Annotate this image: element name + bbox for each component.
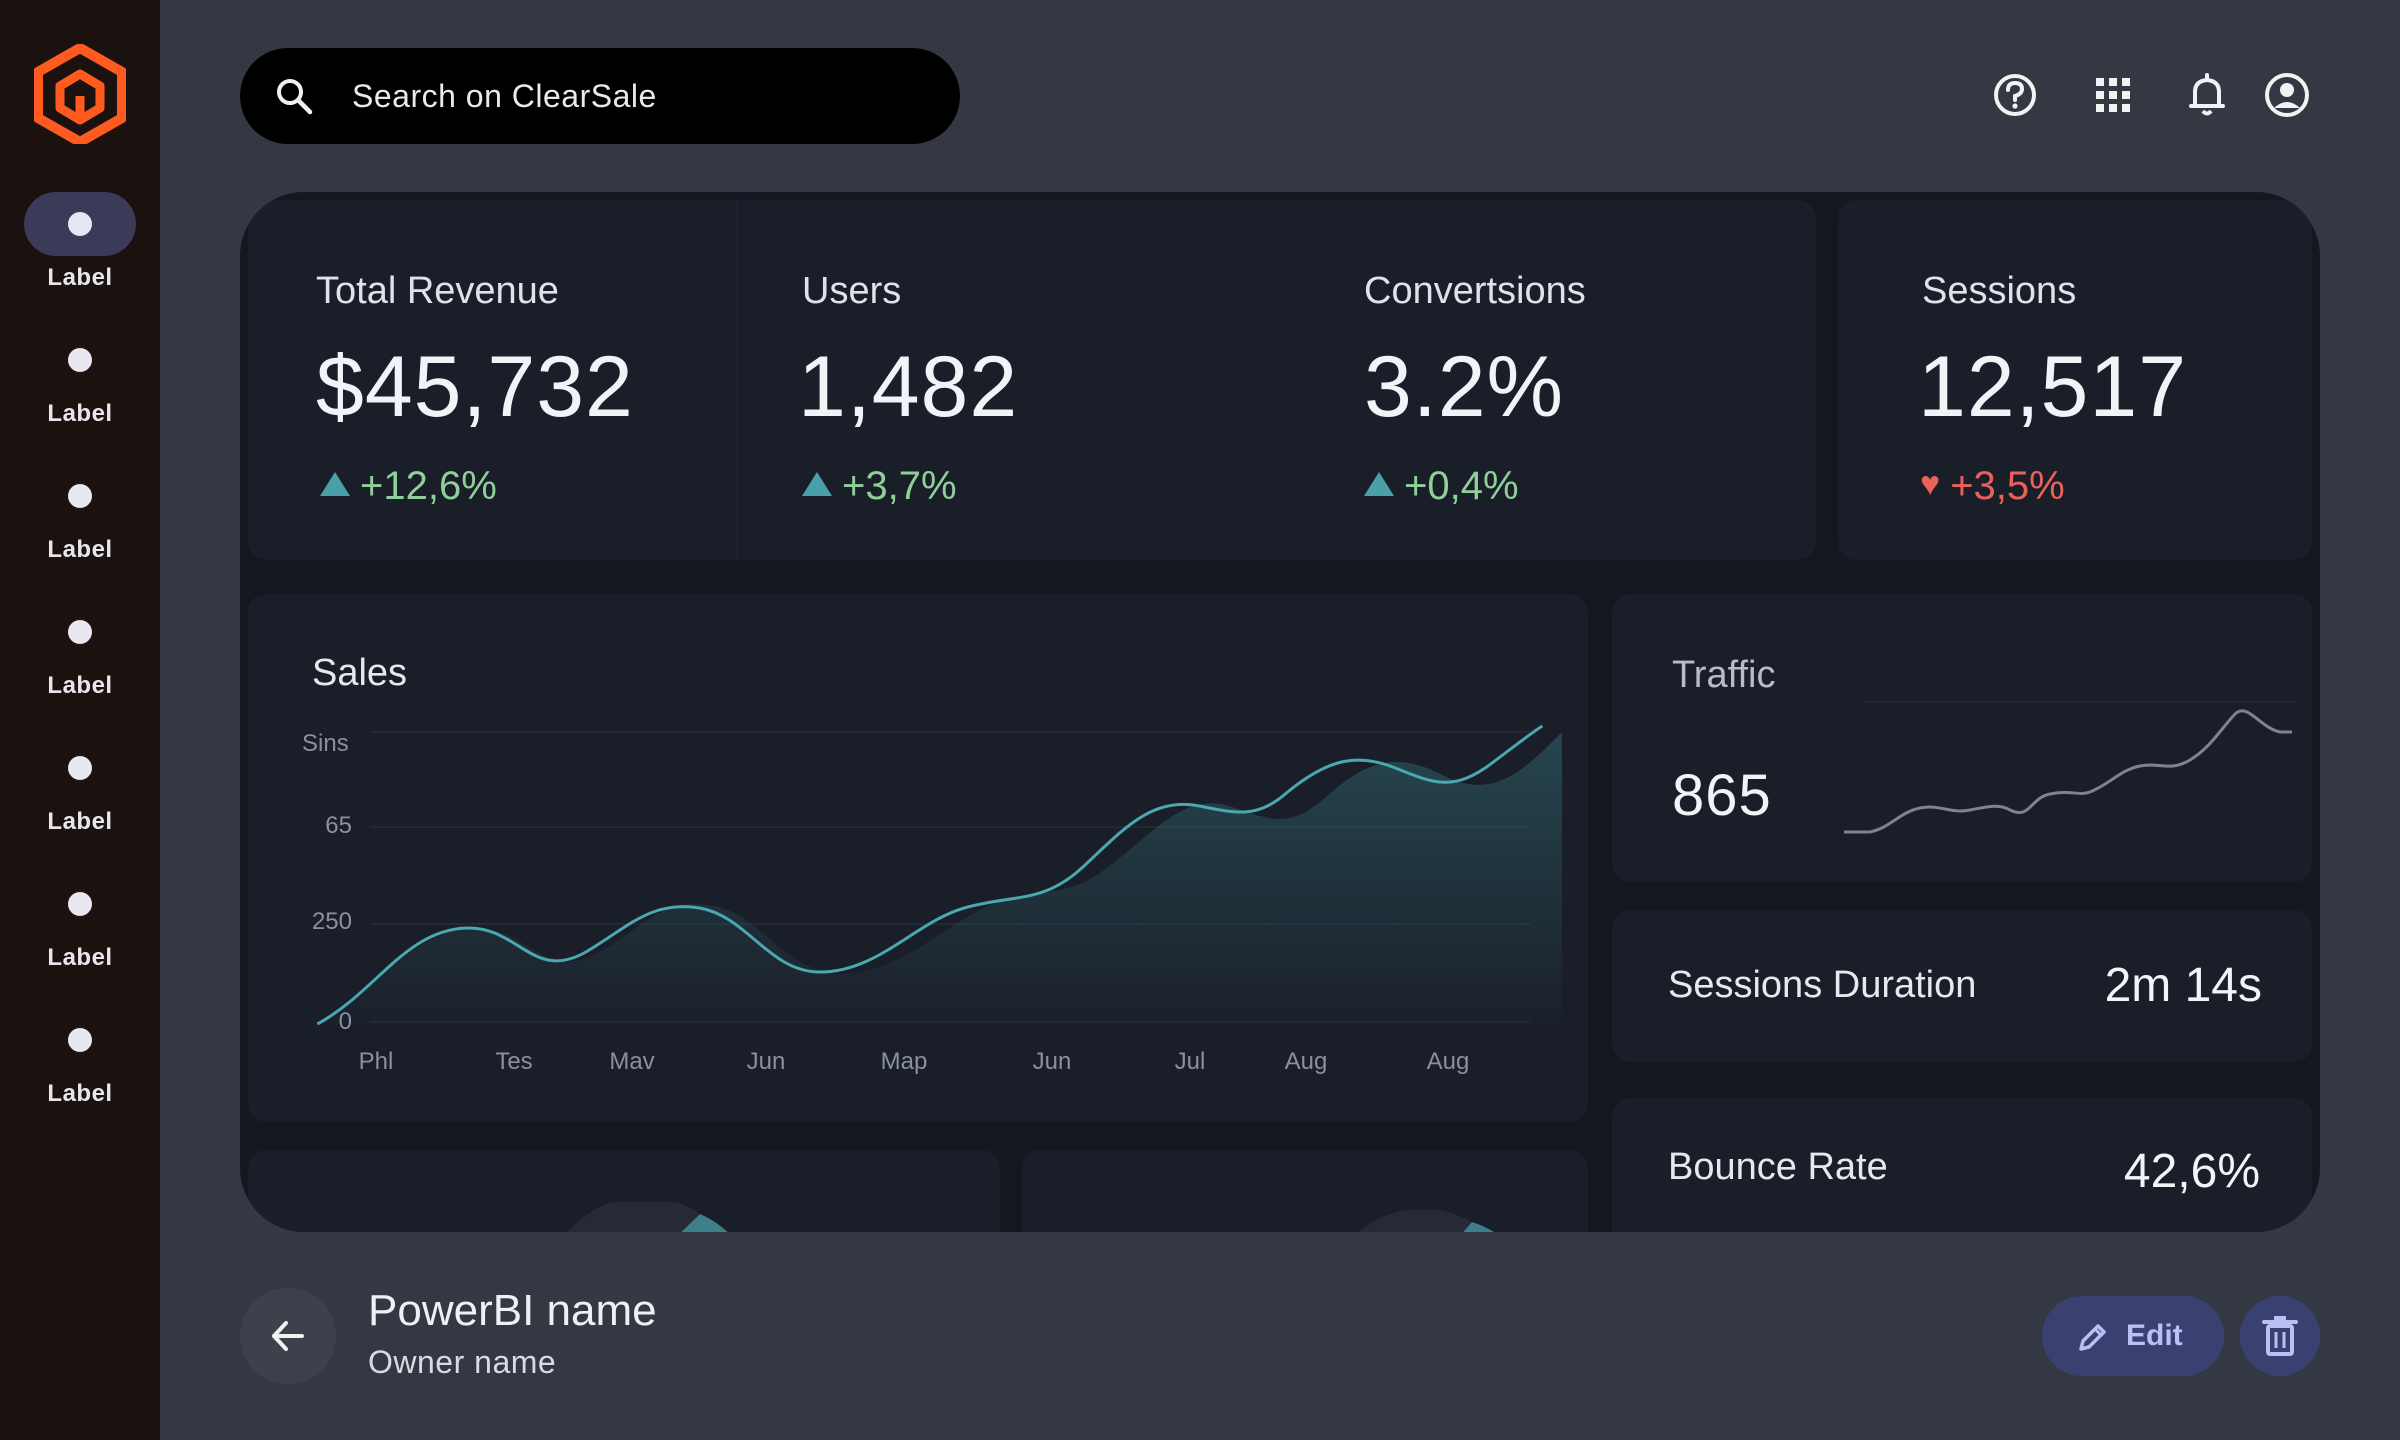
traffic-value: 865 [1672, 763, 1772, 828]
x-tick-label: Jun [746, 1048, 786, 1075]
x-tick-label: Mav [609, 1048, 655, 1075]
traffic-sparkline [1844, 701, 2300, 834]
kpi-delta-sessions: ♥ +3,5% [1920, 464, 2065, 508]
search-input[interactable]: Search on ClearSale [352, 48, 657, 144]
nav-dot-icon [68, 756, 92, 780]
x-tick-label: Aug [1284, 1048, 1328, 1075]
nav-dot-icon [68, 348, 92, 372]
nav-dot-icon [68, 892, 92, 916]
nav-item-6[interactable]: Label [0, 872, 160, 982]
nav-item-2[interactable]: Label [0, 328, 160, 438]
back-button[interactable] [240, 1288, 336, 1384]
pie-chart-left [567, 1202, 728, 1232]
edit-button[interactable]: Edit [2042, 1296, 2224, 1376]
search-bar[interactable]: Search on ClearSale [240, 48, 960, 144]
nav-item-5[interactable]: Label [0, 736, 160, 846]
owner-name: Owner name [368, 1344, 557, 1380]
nav-item-label: Label [47, 672, 113, 699]
clearsale-logo-icon[interactable] [34, 44, 126, 144]
kpi-title-sessions: Sessions [1922, 270, 2077, 312]
kpi-value-sessions: 12,517 [1918, 339, 2188, 435]
traffic-title: Traffic [1672, 654, 1776, 696]
nav-item-label: Label [47, 264, 113, 291]
x-tick-label: Jul [1174, 1048, 1206, 1075]
heart-icon: ♥ [1920, 464, 1941, 503]
x-tick-label: Map [880, 1048, 928, 1075]
bounce-rate-label: Bounce Rate [1668, 1146, 1888, 1188]
session-duration-label: Sessions Duration [1668, 964, 1977, 1006]
nav-item-label: Label [47, 944, 113, 971]
account-icon[interactable] [2260, 68, 2314, 122]
nav-item-1[interactable]: Label [0, 192, 160, 302]
nav-item-3[interactable]: Label [0, 464, 160, 574]
sales-line [316, 724, 1544, 1026]
search-icon [277, 79, 313, 115]
navigation-rail: Label Label Label Label Label Label Labe… [0, 0, 160, 1440]
nav-dot-icon [68, 620, 92, 644]
bounce-rate-value: 42,6% [2123, 1145, 2260, 1198]
pencil-icon [2079, 1324, 2106, 1351]
arrow-left-icon [272, 1321, 304, 1351]
nav-dot-icon [68, 212, 92, 236]
nav-item-label: Label [47, 808, 113, 835]
edit-button-label: Edit [2126, 1319, 2183, 1352]
x-tick-label: Phl [358, 1048, 394, 1075]
session-duration-value: 2m 14s [2104, 959, 2262, 1012]
help-icon[interactable] [1988, 68, 2042, 122]
nav-dot-icon [68, 1028, 92, 1052]
nav-dot-icon [68, 484, 92, 508]
x-tick-label: Aug [1426, 1048, 1470, 1075]
notification-bell-icon[interactable] [2180, 68, 2234, 122]
nav-item-label: Label [47, 1080, 113, 1107]
x-tick-label: Tes [495, 1048, 533, 1075]
nav-item-4[interactable]: Label [0, 600, 160, 710]
trash-icon [2262, 1316, 2298, 1356]
apps-grid-icon[interactable] [2086, 68, 2140, 122]
nav-item-label: Label [47, 536, 113, 563]
pie-chart-right [1358, 1210, 1494, 1232]
report-name: PowerBI name [368, 1286, 657, 1335]
nav-item-7[interactable]: Label [0, 1008, 160, 1118]
x-tick-label: Jun [1032, 1048, 1072, 1075]
nav-item-label: Label [47, 400, 113, 427]
dashboard-embed: Total Revenue $45,732 +12,6% Users 1,482… [240, 192, 2320, 1232]
delete-button[interactable] [2240, 1296, 2320, 1376]
